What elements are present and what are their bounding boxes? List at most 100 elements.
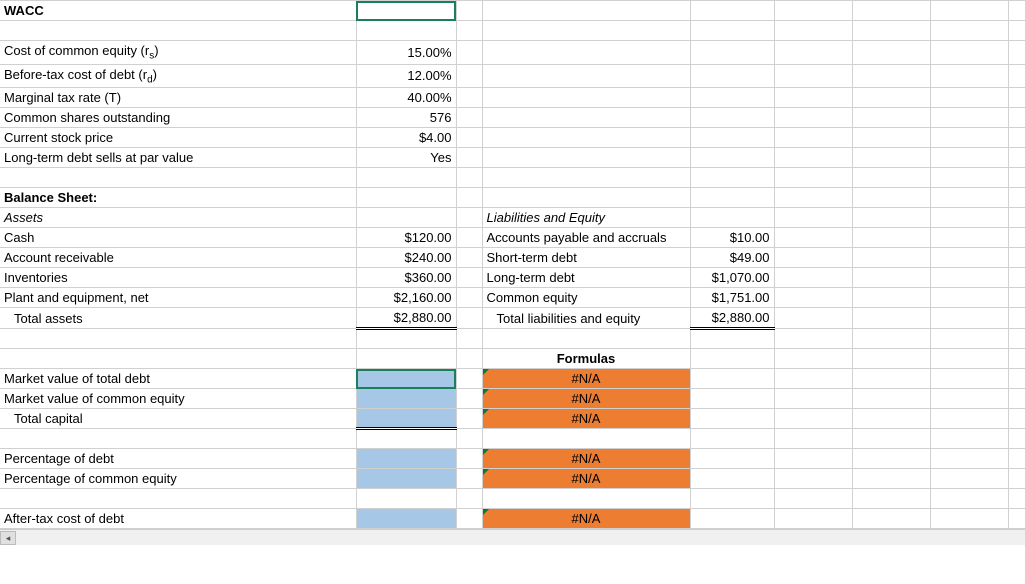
cell[interactable] (774, 389, 852, 409)
cell[interactable] (690, 88, 774, 108)
cell[interactable] (930, 64, 1008, 88)
cell[interactable] (456, 208, 482, 228)
cell[interactable] (1008, 469, 1025, 489)
label-cash[interactable]: Cash (0, 228, 356, 248)
cell[interactable] (852, 41, 930, 65)
cell[interactable] (774, 64, 852, 88)
cell[interactable] (1008, 88, 1025, 108)
cell[interactable] (456, 509, 482, 529)
cell[interactable] (774, 308, 852, 329)
label-std[interactable]: Short-term debt (482, 248, 690, 268)
scroll-left-button[interactable]: ◂ (0, 531, 16, 545)
label-beforetax-debt[interactable]: Before-tax cost of debt (rd) (0, 64, 356, 88)
cell[interactable] (930, 349, 1008, 369)
cell[interactable] (482, 1, 690, 21)
cell[interactable] (690, 208, 774, 228)
cell[interactable] (930, 88, 1008, 108)
cell[interactable] (356, 208, 456, 228)
cell[interactable] (456, 108, 482, 128)
formula-total-capital[interactable]: #N/A (482, 409, 690, 429)
cell[interactable] (852, 1, 930, 21)
cell[interactable] (1008, 108, 1025, 128)
cell[interactable] (1008, 1, 1025, 21)
label-assets[interactable]: Assets (0, 208, 356, 228)
cell[interactable] (930, 148, 1008, 168)
value-beforetax-debt[interactable]: 12.00% (356, 64, 456, 88)
input-mv-debt[interactable] (356, 369, 456, 389)
cell-title[interactable]: WACC (0, 1, 356, 21)
value-ap[interactable]: $10.00 (690, 228, 774, 248)
cell[interactable] (456, 389, 482, 409)
value-ce[interactable]: $1,751.00 (690, 288, 774, 308)
cell[interactable] (456, 268, 482, 288)
input-total-capital[interactable] (356, 409, 456, 429)
cell[interactable] (1008, 449, 1025, 469)
cell[interactable] (456, 449, 482, 469)
cell[interactable] (456, 248, 482, 268)
cell[interactable] (1008, 329, 1025, 349)
spreadsheet-grid[interactable]: WACC Cost of common equity (rs) 15.00% B… (0, 0, 1025, 529)
cell[interactable] (930, 168, 1008, 188)
input-at-cost-debt[interactable] (356, 509, 456, 529)
cell[interactable] (774, 88, 852, 108)
cell[interactable] (0, 349, 356, 369)
cell[interactable] (774, 509, 852, 529)
cell[interactable] (852, 429, 930, 449)
cell[interactable] (774, 349, 852, 369)
label-total-assets[interactable]: Total assets (0, 308, 356, 329)
cell[interactable] (1008, 168, 1025, 188)
cell[interactable] (852, 64, 930, 88)
cell[interactable] (482, 88, 690, 108)
cell[interactable] (456, 228, 482, 248)
cell[interactable] (930, 489, 1008, 509)
value-pne[interactable]: $2,160.00 (356, 288, 456, 308)
cell[interactable] (774, 228, 852, 248)
value-total-liab-equity[interactable]: $2,880.00 (690, 308, 774, 329)
value-stock-price[interactable]: $4.00 (356, 128, 456, 148)
cell[interactable] (774, 489, 852, 509)
cell[interactable] (774, 469, 852, 489)
cell[interactable] (1008, 228, 1025, 248)
cell[interactable] (1008, 188, 1025, 208)
cell[interactable] (930, 21, 1008, 41)
cell[interactable] (690, 21, 774, 41)
horizontal-scrollbar[interactable]: ◂ (0, 529, 1025, 545)
label-pct-debt[interactable]: Percentage of debt (0, 449, 356, 469)
value-std[interactable]: $49.00 (690, 248, 774, 268)
cell[interactable] (1008, 248, 1025, 268)
cell[interactable] (1008, 429, 1025, 449)
cell[interactable] (482, 188, 690, 208)
cell[interactable] (852, 208, 930, 228)
cell[interactable] (930, 288, 1008, 308)
cell[interactable] (1008, 489, 1025, 509)
cell[interactable] (456, 41, 482, 65)
cell[interactable] (930, 469, 1008, 489)
cell[interactable] (852, 148, 930, 168)
label-ar[interactable]: Account receivable (0, 248, 356, 268)
cell[interactable] (690, 41, 774, 65)
cell[interactable] (774, 168, 852, 188)
cell[interactable] (482, 21, 690, 41)
label-cost-common-equity[interactable]: Cost of common equity (rs) (0, 41, 356, 65)
input-mv-equity[interactable] (356, 389, 456, 409)
cell[interactable] (0, 168, 356, 188)
cell[interactable] (456, 64, 482, 88)
cell[interactable] (1008, 349, 1025, 369)
cell[interactable] (356, 188, 456, 208)
cell[interactable] (456, 308, 482, 329)
formula-mv-debt[interactable]: #N/A (482, 369, 690, 389)
cell[interactable] (690, 509, 774, 529)
cell[interactable] (482, 148, 690, 168)
cell[interactable] (852, 88, 930, 108)
cell[interactable] (0, 489, 356, 509)
cell[interactable] (690, 489, 774, 509)
cell[interactable] (456, 329, 482, 349)
cell[interactable] (774, 41, 852, 65)
cell[interactable] (930, 268, 1008, 288)
label-total-liab-equity[interactable]: Total liabilities and equity (482, 308, 690, 329)
value-cash[interactable]: $120.00 (356, 228, 456, 248)
cell[interactable] (930, 248, 1008, 268)
cell[interactable] (774, 21, 852, 41)
cell[interactable] (930, 429, 1008, 449)
cell[interactable] (1008, 409, 1025, 429)
